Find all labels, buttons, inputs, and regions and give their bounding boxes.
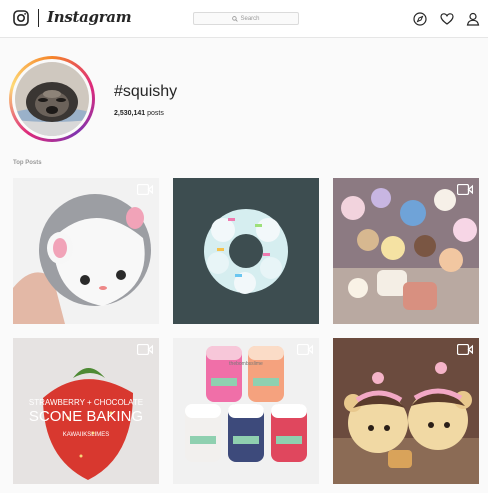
instagram-wordmark[interactable]: Instagram [47,8,132,26]
post-tile-4[interactable]: STRAWBERRY + CHOCOLATE SCONE BAKING KAWA… [13,338,159,484]
top-nav-bar: Instagram Search [0,0,488,38]
hamster-squishy-photo [13,178,159,324]
video-icon [297,344,313,355]
heart-icon[interactable] [440,12,454,26]
section-heading-top-posts: Top Posts [13,160,42,166]
video-icon [137,344,153,355]
post-tile-3[interactable] [333,178,479,324]
logo-divider [38,9,39,27]
overlay-credit-text: thebombsslime [229,361,263,367]
post-count-label: posts [147,110,164,117]
hashtag-profile-image [9,56,95,142]
video-icon [137,184,153,195]
search-input[interactable]: Search [193,12,299,25]
video-icon [457,184,473,195]
post-tile-1[interactable] [13,178,159,324]
search-icon [232,15,239,22]
post-tile-2[interactable] [173,178,319,324]
strawberry-squishy-photo: STRAWBERRY + CHOCOLATE SCONE BAKING KAWA… [13,338,159,484]
search-placeholder: Search [240,15,260,22]
overlay-small-text: STRAWBERRY + CHOCOLATE [29,398,143,407]
overlay-credit-text: KAWAIIKSLIMES [63,432,110,438]
video-icon [457,344,473,355]
hashtag-title: #squishy [114,83,178,100]
pug-photo [15,62,89,136]
person-icon[interactable] [466,12,480,26]
slime-jars-photo: thebombsslime [173,338,319,484]
overlay-big-text: SCONE BAKING [29,408,143,425]
squishy-collection-photo [333,178,479,324]
post-tile-6[interactable] [333,338,479,484]
compass-icon[interactable] [413,12,427,26]
instagram-camera-icon[interactable] [13,10,29,26]
post-tile-5[interactable]: thebombsslime [173,338,319,484]
post-count: 2,530,141 posts [114,110,164,117]
bear-squishies-photo [333,338,479,484]
post-count-number: 2,530,141 [114,110,146,117]
donut-squishy-photo [173,178,319,324]
